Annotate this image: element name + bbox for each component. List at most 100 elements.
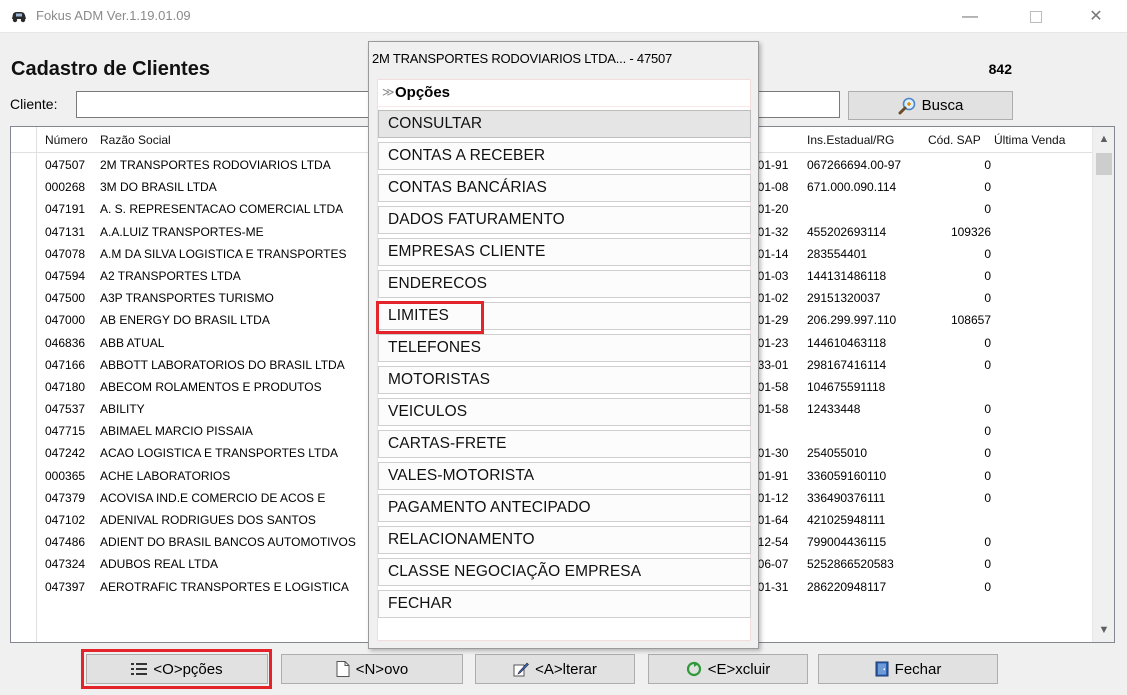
col-cod-sap[interactable]: Cód. SAP xyxy=(928,133,981,147)
cell-cod-sap: 0 xyxy=(984,246,991,261)
new-document-icon xyxy=(336,661,350,677)
cell-razao-social: ABBOTT LABORATORIOS DO BRASIL LTDA xyxy=(100,357,345,372)
novo-label: <N>ovo xyxy=(355,660,409,678)
menu-item-consultar[interactable]: CONSULTAR xyxy=(378,110,751,138)
cell-razao-social: ACAO LOGISTICA E TRANSPORTES LTDA xyxy=(100,446,339,461)
cell-ins-estadual: 298167416114 xyxy=(807,357,887,372)
maximize-button[interactable] xyxy=(1013,0,1059,33)
cell-cod-sap: 0 xyxy=(984,180,991,195)
cell-razao-social: ABIMAEL MARCIO PISSAIA xyxy=(100,424,253,439)
magnifier-icon xyxy=(898,97,915,114)
cell-numero: 047131 xyxy=(45,224,86,239)
cell-numero: 047000 xyxy=(45,313,86,328)
limites-highlight-box xyxy=(376,301,484,334)
cell-cod-sap: 109326 xyxy=(950,224,991,239)
cliente-label: Cliente: xyxy=(10,96,58,112)
cell-ins-estadual: 5252866520583 xyxy=(807,557,894,572)
recycle-icon xyxy=(686,661,701,677)
fechar-button[interactable]: Fechar xyxy=(818,654,998,684)
cell-razao-social: 3M DO BRASIL LTDA xyxy=(100,180,217,195)
cell-numero: 047537 xyxy=(45,402,86,417)
cell-ins-estadual: 144131486118 xyxy=(807,268,887,283)
menu-item-dados-faturamento[interactable]: DADOS FATURAMENTO xyxy=(378,206,751,234)
cell-ins-estadual: 286220948117 xyxy=(807,579,887,594)
cell-razao-social: A. S. REPRESENTACAO COMERCIAL LTDA xyxy=(100,202,344,217)
col-ultima-venda[interactable]: Última Venda xyxy=(994,133,1065,147)
cell-razao-social: ADUBOS REAL LTDA xyxy=(100,557,219,572)
cell-cod-sap: 0 xyxy=(984,357,991,372)
menu-item-telefones[interactable]: TELEFONES xyxy=(378,334,751,362)
scroll-up-icon[interactable]: ▲ xyxy=(1093,133,1114,145)
cell-ins-estadual: 12433448 xyxy=(807,402,861,417)
opcoes-group-header[interactable]: ≫ Opções xyxy=(378,80,750,107)
cell-razao-social: ACHE LABORATORIOS xyxy=(100,468,231,483)
cell-numero: 047078 xyxy=(45,246,86,261)
cell-numero: 047191 xyxy=(45,202,86,217)
cell-cod-sap: 108657 xyxy=(950,313,991,328)
cell-numero: 047715 xyxy=(45,424,86,439)
col-ins-estadual[interactable]: Ins.Estadual/RG xyxy=(807,133,894,147)
scroll-thumb[interactable] xyxy=(1096,153,1112,175)
grid-vertical-scrollbar[interactable]: ▲ ▼ xyxy=(1092,127,1114,642)
cell-numero: 047507 xyxy=(45,158,86,172)
cell-cod-sap: 0 xyxy=(984,424,991,439)
novo-button[interactable]: <N>ovo xyxy=(281,654,463,684)
menu-item-enderecos[interactable]: ENDERECOS xyxy=(378,270,751,298)
menu-item-relacionamento[interactable]: RELACIONAMENTO xyxy=(378,526,751,554)
cell-cod-sap: 0 xyxy=(984,268,991,283)
cell-numero: 047500 xyxy=(45,291,86,306)
opcoes-highlight-box xyxy=(81,649,272,689)
scroll-down-icon[interactable]: ▼ xyxy=(1093,624,1114,636)
cell-cod-sap: 0 xyxy=(984,402,991,417)
cell-numero: 047594 xyxy=(45,268,86,283)
col-razao-social[interactable]: Razão Social xyxy=(100,133,171,147)
cell-cod-sap: 0 xyxy=(984,291,991,306)
cell-numero: 046836 xyxy=(45,335,86,350)
busca-button[interactable]: Busca xyxy=(848,91,1013,120)
fechar-label: Fechar xyxy=(894,660,942,678)
cell-razao-social: A3P TRANSPORTES TURISMO xyxy=(100,291,274,306)
minimize-button[interactable]: — xyxy=(947,0,993,33)
cell-cod-sap: 0 xyxy=(984,446,991,461)
cell-ins-estadual: 671.000.090.114 xyxy=(807,180,897,195)
cell-ins-estadual: 336059160110 xyxy=(807,468,887,483)
menu-item-classe-negociacao-empresa[interactable]: CLASSE NEGOCIAÇÃO EMPRESA xyxy=(378,558,751,586)
cell-ins-estadual: 104675591118 xyxy=(807,379,886,394)
menu-item-motoristas[interactable]: MOTORISTAS xyxy=(378,366,751,394)
menu-item-veiculos[interactable]: VEICULOS xyxy=(378,398,751,426)
page-title: Cadastro de Clientes xyxy=(11,58,210,80)
cell-ins-estadual: 336490376111 xyxy=(807,490,886,505)
opcoes-group: ≫ Opções CONSULTAR CONTAS A RECEBER CONTAS… xyxy=(377,79,751,641)
cell-razao-social: AB ENERGY DO BRASIL LTDA xyxy=(100,313,270,328)
opcoes-group-title: Opções xyxy=(395,84,451,101)
excluir-label: <E>xcluir xyxy=(707,660,771,678)
cell-numero: 047379 xyxy=(45,490,86,505)
menu-item-pagamento-antecipado[interactable]: PAGAMENTO ANTECIPADO xyxy=(378,494,751,522)
cell-ins-estadual: 29151320037 xyxy=(807,291,881,306)
edit-pencil-icon xyxy=(513,662,530,677)
busca-label: Busca xyxy=(921,97,964,114)
cell-numero: 047242 xyxy=(45,446,86,461)
menu-item-vales-motorista[interactable]: VALES-MOTORISTA xyxy=(378,462,751,490)
menu-item-fechar[interactable]: FECHAR xyxy=(378,590,751,618)
cell-ins-estadual: 283554401 xyxy=(807,246,868,261)
excluir-button[interactable]: <E>xcluir xyxy=(648,654,808,684)
alterar-label: <A>lterar xyxy=(535,660,597,678)
cell-ins-estadual: 206.299.997.110 xyxy=(807,313,897,328)
options-popup[interactable]: 2M TRANSPORTES RODOVIARIOS LTDA... - 475… xyxy=(368,41,759,649)
cell-ins-estadual: 254055010 xyxy=(807,446,868,461)
menu-item-contas-a-receber[interactable]: CONTAS A RECEBER xyxy=(378,142,751,170)
cell-razao-social: AEROTRAFIC TRANSPORTES E LOGISTICA xyxy=(100,579,349,594)
menu-item-cartas-frete[interactable]: CARTAS-FRETE xyxy=(378,430,751,458)
maximize-icon xyxy=(1030,11,1042,23)
cell-cod-sap: 0 xyxy=(984,579,991,594)
col-numero[interactable]: Número xyxy=(45,133,88,147)
menu-item-empresas-cliente[interactable]: EMPRESAS CLIENTE xyxy=(378,238,751,266)
close-window-button[interactable]: ✕ xyxy=(1073,0,1119,33)
alterar-button[interactable]: <A>lterar xyxy=(475,654,635,684)
cell-numero: 000268 xyxy=(45,180,86,195)
cell-cod-sap: 0 xyxy=(984,557,991,572)
cell-numero: 047180 xyxy=(45,379,86,394)
menu-item-contas-bancarias[interactable]: CONTAS BANCÁRIAS xyxy=(378,174,751,202)
double-chevron-down-icon[interactable]: ≫ xyxy=(382,85,395,99)
